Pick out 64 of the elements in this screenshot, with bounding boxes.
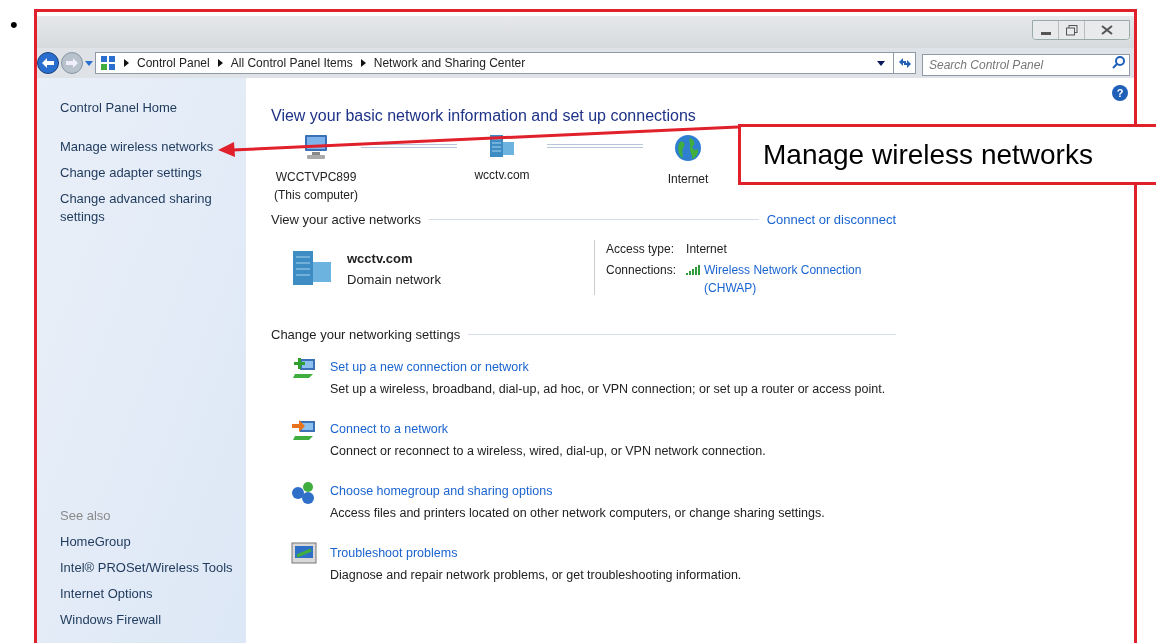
network-computers-icon [291, 356, 317, 380]
breadcrumb-arrow-icon [360, 59, 366, 67]
breadcrumb[interactable]: Network and Sharing Center [373, 54, 526, 72]
task-link[interactable]: Connect to a network [330, 418, 449, 440]
history-dropdown-icon[interactable] [85, 60, 93, 66]
address-field[interactable]: Control Panel All Control Panel Items Network and Sharing Center [95, 52, 894, 74]
network-name: wcctv.com [347, 249, 414, 268]
help-icon[interactable]: ? [1112, 85, 1128, 101]
search-icon [1112, 56, 1125, 69]
sidebar-link[interactable]: Internet Options [60, 585, 246, 603]
sidebar-link[interactable]: Control Panel Home [60, 99, 246, 117]
bullet: • [10, 12, 18, 37]
restore-button[interactable] [1059, 21, 1085, 39]
task-description: Diagnose and repair network problems, or get troubleshooting information. [330, 567, 742, 584]
breadcrumb-arrow-icon [124, 59, 129, 67]
dropdown-caret-icon[interactable] [877, 60, 885, 66]
map-sublabel: (This computer) [274, 187, 358, 204]
connection-link[interactable]: Wireless Network Connection (CHWAP) [704, 260, 862, 297]
minimize-button[interactable] [1033, 21, 1059, 39]
map-label: Internet [667, 171, 709, 188]
refresh-button[interactable] [894, 52, 916, 74]
control-panel-icon [100, 55, 116, 71]
sidebar-link[interactable]: Manage wireless networks [60, 138, 230, 156]
back-button[interactable] [37, 52, 59, 74]
sidebar-link[interactable]: Change adapter settings [60, 164, 230, 182]
section-heading: View your active networks [271, 211, 422, 229]
task-link[interactable]: Troubleshoot problems [330, 542, 458, 564]
sidebar-link[interactable]: HomeGroup [60, 533, 246, 551]
globe-icon [674, 134, 702, 162]
search-field[interactable]: Search Control Panel [922, 54, 1130, 76]
network-computers-icon [291, 418, 317, 442]
breadcrumb[interactable]: Control Panel [137, 54, 210, 72]
breadcrumb[interactable]: All Control Panel Items [230, 54, 353, 72]
restore-icon [1065, 24, 1078, 36]
connect-or-disconnect-link[interactable]: Connect or disconnect [766, 210, 896, 230]
field-label: Connections: [606, 261, 677, 279]
task-description: Connect or reconnect to a wireless, wired, dial-up, or VPN network connection. [330, 443, 766, 460]
section-heading: Change your networking settings [271, 325, 461, 344]
refresh-icon [897, 57, 912, 69]
forward-arrow-icon [66, 58, 78, 68]
map-label: wcctv.com [474, 167, 530, 184]
back-arrow-icon [42, 58, 54, 68]
monitor-icon [291, 542, 317, 564]
task-link[interactable]: Set up a new connection or network [330, 356, 529, 378]
sidebar-link[interactable]: Change advanced sharing settings [60, 190, 230, 226]
map-label: WCCTVPC899 [275, 169, 357, 186]
field-value: Internet [686, 240, 728, 258]
server-icon [487, 134, 517, 158]
sidebar-link[interactable]: Windows Firewall [60, 611, 246, 629]
breadcrumb-arrow-icon [217, 59, 223, 67]
server-icon [291, 249, 333, 286]
task-link[interactable]: Choose homegroup and sharing options [330, 480, 553, 502]
homegroup-icon [291, 480, 317, 504]
close-button[interactable] [1085, 21, 1129, 39]
sidebar-heading: See also [60, 507, 112, 525]
task-description: Access files and printers located on other network computers, or change sharing settings. [330, 505, 825, 522]
field-label: Access type: [606, 240, 676, 258]
sidebar-link[interactable]: Intel® PROSet/Wireless Tools [60, 559, 246, 577]
network-type: Domain network [347, 270, 441, 289]
callout-text: Manage wireless networks [763, 137, 1093, 172]
close-icon [1100, 25, 1114, 35]
page-heading: View your basic network information and set up connections [271, 106, 697, 126]
signal-strength-icon [686, 264, 701, 275]
task-description: Set up a wireless, broadband, dial-up, ad hoc, or VPN connection; or set up a router or access point. [330, 381, 886, 398]
